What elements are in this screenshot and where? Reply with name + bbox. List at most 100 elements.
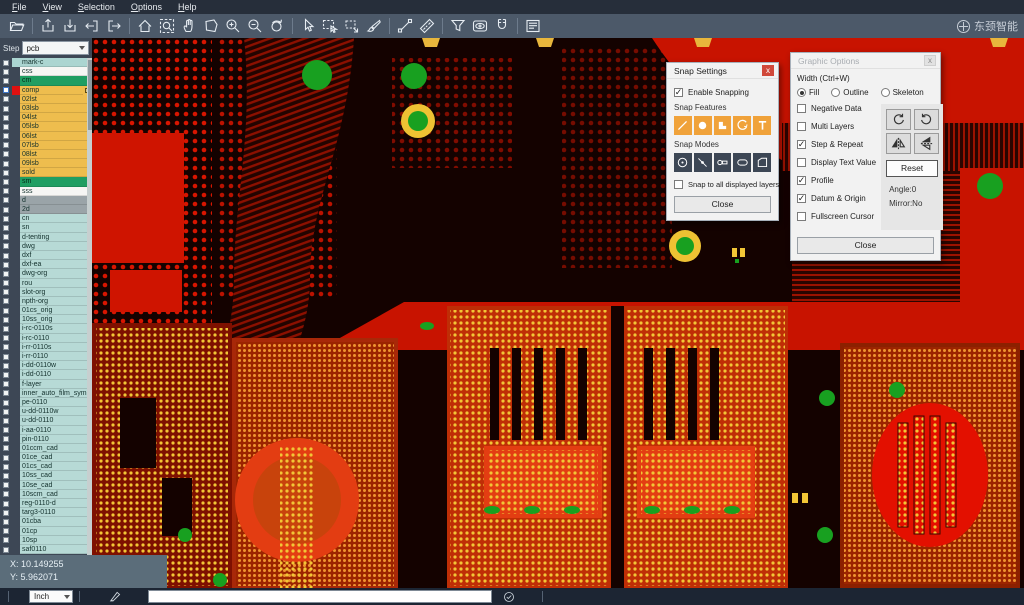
layer-visibility-checkbox[interactable] [0, 398, 12, 407]
layer-row[interactable]: 01ce_cad [0, 453, 92, 462]
layer-visibility-checkbox[interactable] [0, 177, 12, 186]
layer-color-swatch[interactable] [12, 334, 20, 343]
snap-point-icon[interactable] [694, 153, 712, 172]
layer-color-swatch[interactable] [12, 288, 20, 297]
layer-color-swatch[interactable] [12, 435, 20, 444]
layer-visibility-checkbox[interactable] [0, 86, 12, 95]
layer-row[interactable]: cn [0, 214, 92, 223]
layer-color-swatch[interactable] [12, 389, 20, 398]
radio-outline[interactable]: Outline [831, 88, 868, 97]
layer-color-swatch[interactable] [12, 242, 20, 251]
option-negative-data[interactable]: Negative Data [797, 104, 876, 113]
mirror-horizontal-icon[interactable] [886, 133, 911, 154]
snap-close-button[interactable]: Close [674, 196, 771, 213]
zoom-previous-icon[interactable] [266, 16, 288, 36]
layer-color-swatch[interactable] [12, 141, 20, 150]
measure-ruler-icon[interactable] [416, 16, 438, 36]
enable-snapping-checkbox[interactable]: ✓ [674, 88, 683, 97]
layer-visibility-checkbox[interactable] [0, 370, 12, 379]
layer-visibility-checkbox[interactable] [0, 205, 12, 214]
radio-skeleton[interactable]: Skeleton [881, 88, 924, 97]
layer-visibility-checkbox[interactable] [0, 269, 12, 278]
import-down-icon[interactable] [59, 16, 81, 36]
layer-row[interactable]: i-rc-0110s [0, 324, 92, 333]
snap-line-icon[interactable] [674, 116, 692, 135]
layer-color-swatch[interactable] [12, 426, 20, 435]
zoom-out-icon[interactable] [244, 16, 266, 36]
select-transform-icon[interactable] [341, 16, 363, 36]
menu-item-help[interactable]: Help [170, 0, 205, 14]
select-rect-icon[interactable] [319, 16, 341, 36]
menu-item-view[interactable]: View [35, 0, 70, 14]
layer-visibility-checkbox[interactable] [0, 416, 12, 425]
layer-visibility-checkbox[interactable] [0, 251, 12, 260]
layer-color-swatch[interactable] [12, 233, 20, 242]
layer-color-swatch[interactable] [12, 407, 20, 416]
layer-row[interactable]: 03lsb [0, 104, 92, 113]
layer-visibility-checkbox[interactable] [0, 113, 12, 122]
layer-row[interactable]: dwg-org [0, 269, 92, 278]
layer-color-swatch[interactable] [12, 132, 20, 141]
layer-row[interactable]: 04lst [0, 113, 92, 122]
layer-visibility-checkbox[interactable] [0, 508, 12, 517]
layer-color-swatch[interactable] [12, 398, 20, 407]
layer-row[interactable]: cm [0, 76, 92, 85]
select-cursor-icon[interactable] [297, 16, 319, 36]
layer-color-swatch[interactable] [12, 490, 20, 499]
radio-fill[interactable]: Fill [797, 88, 819, 97]
measure-line-icon[interactable] [394, 16, 416, 36]
layer-visibility-checkbox[interactable] [0, 426, 12, 435]
filter-icon[interactable] [447, 16, 469, 36]
menu-item-selection[interactable]: Selection [70, 0, 123, 14]
layer-color-swatch[interactable] [12, 251, 20, 260]
layer-row[interactable]: reg-0110-d [0, 499, 92, 508]
layer-color-swatch[interactable] [12, 122, 20, 131]
layer-color-swatch[interactable] [12, 168, 20, 177]
layer-color-swatch[interactable] [12, 76, 20, 85]
layer-row[interactable]: 10sp [0, 536, 92, 545]
mirror-vertical-icon[interactable] [914, 133, 939, 154]
layer-row[interactable]: sm [0, 177, 92, 186]
layer-color-swatch[interactable] [12, 536, 20, 545]
layer-visibility-checkbox[interactable] [0, 233, 12, 242]
option-datum-origin[interactable]: ✓Datum & Origin [797, 194, 876, 203]
layer-visibility-checkbox[interactable] [0, 444, 12, 453]
layer-visibility-checkbox[interactable] [0, 150, 12, 159]
layer-visibility-checkbox[interactable] [0, 297, 12, 306]
layer-row[interactable]: d-tenting [0, 233, 92, 242]
export-up-icon[interactable] [37, 16, 59, 36]
layer-row[interactable]: saf0110 [0, 545, 92, 554]
layer-color-swatch[interactable] [12, 86, 20, 95]
layer-visibility-checkbox[interactable] [0, 58, 12, 67]
layer-color-swatch[interactable] [12, 508, 20, 517]
layer-row[interactable]: dxf [0, 251, 92, 260]
checkbox[interactable] [797, 158, 806, 167]
option-multi-layers[interactable]: Multi Layers [797, 122, 876, 131]
snap-slot-icon[interactable] [714, 153, 732, 172]
layer-row[interactable]: slot-org [0, 288, 92, 297]
layer-row[interactable]: pe-0110 [0, 398, 92, 407]
layer-color-swatch[interactable] [12, 58, 20, 67]
rotate-ccw-icon[interactable] [914, 109, 939, 130]
layer-row[interactable]: 05lsb [0, 122, 92, 131]
layer-color-swatch[interactable] [12, 444, 20, 453]
enable-snapping-checkbox-row[interactable]: ✓ Enable Snapping [674, 88, 771, 97]
snap-oblong-icon[interactable] [733, 153, 751, 172]
layer-visibility-checkbox[interactable] [0, 471, 12, 480]
layer-row[interactable]: d [0, 196, 92, 205]
layer-row[interactable]: 07lsb [0, 141, 92, 150]
layer-visibility-checkbox[interactable] [0, 435, 12, 444]
layer-row[interactable]: 10scm_cad [0, 490, 92, 499]
layer-visibility-checkbox[interactable] [0, 187, 12, 196]
layer-visibility-checkbox[interactable] [0, 214, 12, 223]
layer-row[interactable]: u-dd-0110 [0, 416, 92, 425]
radio-button[interactable] [831, 88, 840, 97]
snap-center-icon[interactable] [674, 153, 692, 172]
layer-visibility-checkbox[interactable] [0, 545, 12, 554]
layer-color-swatch[interactable] [12, 214, 20, 223]
layer-color-swatch[interactable] [12, 471, 20, 480]
layer-row[interactable]: i-aa-0110 [0, 426, 92, 435]
layer-row[interactable]: rou [0, 279, 92, 288]
layer-row[interactable]: sss [0, 187, 92, 196]
layer-color-swatch[interactable] [12, 150, 20, 159]
